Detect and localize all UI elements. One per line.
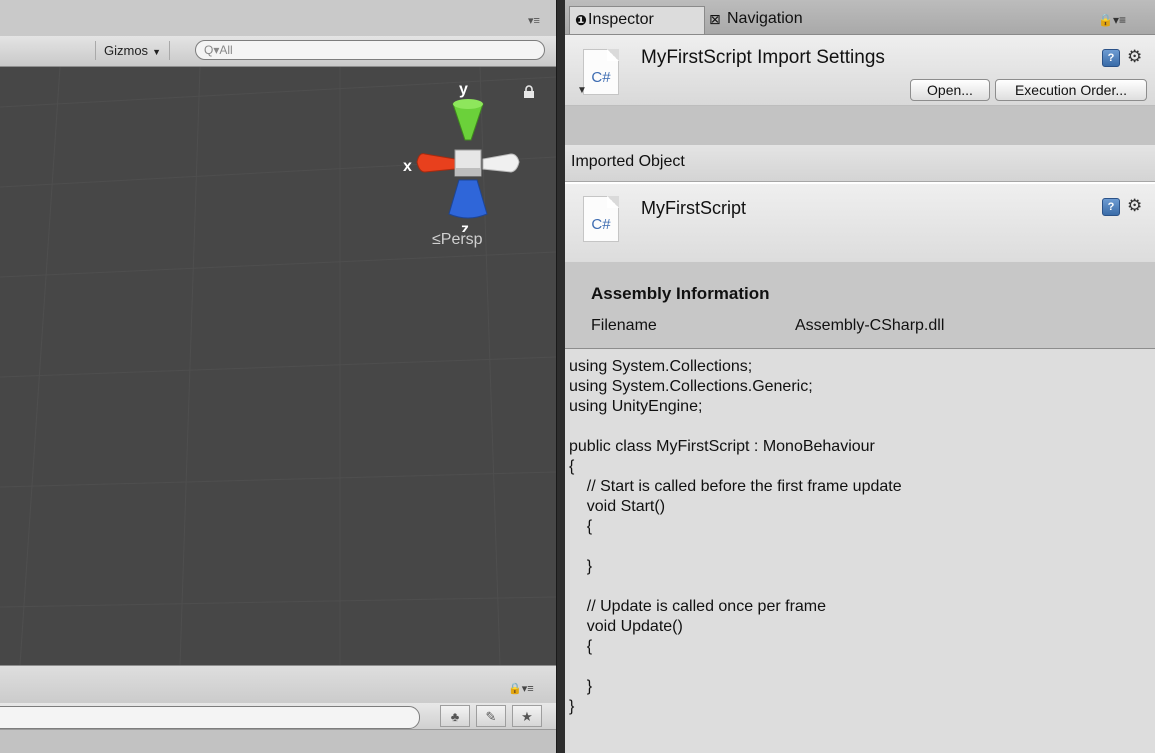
inspector-panel: ❶ Inspector ⊠ Navigation 🔒▾≡ C# ▼ MyFirs… xyxy=(565,0,1155,753)
scene-search-input[interactable]: Q▾All xyxy=(195,40,545,60)
open-button[interactable]: Open... xyxy=(910,79,990,101)
execution-order-button[interactable]: Execution Order... xyxy=(995,79,1147,101)
scene-toolbar: Gizmos ▼ Q▾All xyxy=(0,36,556,67)
z-axis-cone[interactable] xyxy=(448,179,488,219)
gear-icon[interactable]: ⚙ xyxy=(1127,47,1142,67)
help-book-icon[interactable]: ? xyxy=(1102,198,1120,216)
gizmos-label: Gizmos xyxy=(104,43,149,58)
imported-object-header: Imported Object xyxy=(565,145,1155,182)
foldout-arrow-icon[interactable]: ▼ xyxy=(577,85,587,96)
tab-label: Navigation xyxy=(727,10,803,27)
divider-band xyxy=(565,105,1155,147)
scene-panel: ▾≡ Gizmos ▼ Q▾All y x z ≤Persp 🔒▾≡ ♣ ✎ ★ xyxy=(0,0,556,753)
center-cube-shade xyxy=(455,168,481,176)
axis-y-label: y xyxy=(459,82,468,98)
neg-x-axis-cone[interactable] xyxy=(482,153,520,173)
inspector-lock-menu-icon[interactable]: 🔒▾≡ xyxy=(1098,13,1126,27)
import-settings-header: C# ▼ MyFirstScript Import Settings ? ⚙ O… xyxy=(565,35,1155,105)
dropdown-arrow-icon: ▼ xyxy=(152,47,161,57)
help-book-icon[interactable]: ? xyxy=(1102,49,1120,67)
scene-tab-strip: ▾≡ xyxy=(0,0,556,36)
scene-menu-icon[interactable]: ▾≡ xyxy=(528,14,540,27)
project-search-input[interactable] xyxy=(0,706,420,729)
y-axis-cone[interactable] xyxy=(452,103,484,141)
project-tab-strip: 🔒▾≡ xyxy=(0,665,556,704)
script-preview: using System.Collections; using System.C… xyxy=(565,349,1155,753)
navmesh-icon: ⊠ xyxy=(709,11,721,27)
filename-value: Assembly-CSharp.dll xyxy=(795,317,945,334)
orientation-gizmo[interactable]: y x z xyxy=(395,82,535,232)
project-lock-menu-icon[interactable]: 🔒▾≡ xyxy=(508,682,534,695)
info-icon: ❶ xyxy=(575,12,587,28)
csharp-file-icon: C# xyxy=(583,49,619,95)
object-title: MyFirstScript xyxy=(641,198,746,218)
tab-strip: ❶ Inspector ⊠ Navigation 🔒▾≡ xyxy=(565,0,1155,35)
y-axis-cap xyxy=(453,99,483,109)
tab-inspector[interactable]: ❶ Inspector xyxy=(569,6,705,34)
project-toolbar: ♣ ✎ ★ xyxy=(0,703,556,730)
projection-label[interactable]: ≤Persp xyxy=(432,231,483,249)
filter-by-label-icon[interactable]: ✎ xyxy=(476,705,506,727)
filter-by-type-icon[interactable]: ♣ xyxy=(440,705,470,727)
filename-label: Filename xyxy=(591,317,657,334)
gizmos-dropdown[interactable]: Gizmos ▼ xyxy=(95,41,170,60)
assembly-title: Assembly Information xyxy=(591,284,770,303)
tab-navigation[interactable]: ⊠ Navigation xyxy=(709,6,859,34)
tab-label: Inspector xyxy=(588,11,654,28)
gear-icon[interactable]: ⚙ xyxy=(1127,196,1142,216)
scene-viewport[interactable]: y x z ≤Persp xyxy=(0,67,556,665)
lock-icon[interactable] xyxy=(522,85,536,99)
axis-x-label: x xyxy=(403,158,412,175)
script-source-text: using System.Collections; using System.C… xyxy=(569,358,902,715)
imported-object-label: Imported Object xyxy=(571,153,685,170)
favorites-star-icon[interactable]: ★ xyxy=(512,705,542,727)
assembly-information: Assembly Information Filename Assembly-C… xyxy=(565,262,1155,349)
x-axis-cone[interactable] xyxy=(416,153,456,173)
project-content xyxy=(0,730,556,753)
imported-object-row: C# MyFirstScript ? ⚙ xyxy=(565,182,1155,264)
csharp-file-icon: C# xyxy=(583,196,619,242)
header-title: MyFirstScript Import Settings xyxy=(641,47,885,68)
